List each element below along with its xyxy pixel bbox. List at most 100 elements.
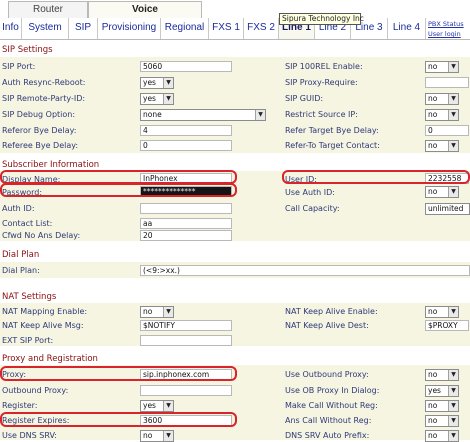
tab-info[interactable]: Info xyxy=(0,18,22,39)
dns-srv-auto-prefix-value: no xyxy=(428,431,438,440)
use-outbound-proxy-select[interactable]: no ▼ xyxy=(425,369,459,381)
section-band-sip xyxy=(0,57,470,153)
sip-remote-party-id-label: SIP Remote-Party-ID: xyxy=(2,94,86,103)
refer-target-bye-delay-label: Refer Target Bye Delay: xyxy=(285,126,379,135)
highlight-password xyxy=(0,183,237,197)
chevron-down-icon: ▼ xyxy=(163,78,173,88)
nat-mapping-enable-select[interactable]: no ▼ xyxy=(140,306,174,318)
top-tab-bar: Router Voice xyxy=(0,0,470,18)
sip-100rel-select[interactable]: no ▼ xyxy=(425,61,459,73)
restrict-source-ip-select[interactable]: no ▼ xyxy=(425,109,459,121)
nat-mapping-enable-label: NAT Mapping Enable: xyxy=(2,307,88,316)
auth-id-label: Auth ID: xyxy=(2,204,35,213)
user-login-link[interactable]: User login xyxy=(428,30,461,38)
cfwd-no-ans-delay-field[interactable]: 20 xyxy=(140,230,232,241)
contact-list-label: Contact List: xyxy=(2,219,53,228)
chevron-down-icon: ▼ xyxy=(448,94,458,104)
referor-bye-delay-field[interactable]: 4 xyxy=(140,125,232,136)
sip-guid-select[interactable]: no ▼ xyxy=(425,93,459,105)
dns-srv-auto-prefix-select[interactable]: no ▼ xyxy=(425,430,459,442)
chevron-down-icon: ▼ xyxy=(163,307,173,317)
cfwd-no-ans-delay-label: Cfwd No Ans Delay: xyxy=(2,231,81,240)
highlight-display-name xyxy=(0,170,237,184)
auth-resync-select[interactable]: yes ▼ xyxy=(140,77,174,89)
outbound-proxy-label: Outbound Proxy: xyxy=(2,386,69,395)
chevron-down-icon: ▼ xyxy=(448,110,458,120)
sip-guid-label: SIP GUID: xyxy=(285,94,324,103)
pbx-status-link[interactable]: PBX Status xyxy=(428,20,464,28)
sip-proxy-require-field[interactable] xyxy=(425,77,469,88)
use-ob-proxy-in-dialog-label: Use OB Proxy In Dialog: xyxy=(285,386,380,395)
referee-bye-delay-label: Referee Bye Delay: xyxy=(2,141,79,150)
chevron-down-icon: ▼ xyxy=(448,386,458,396)
sub-tab-bar: Info System SIP Provisioning Regional FX… xyxy=(0,18,470,40)
sip-port-field[interactable]: 5060 xyxy=(140,61,232,72)
sip-debug-label: SIP Debug Option: xyxy=(2,110,76,119)
chevron-down-icon: ▼ xyxy=(448,187,458,197)
nat-keep-alive-enable-value: no xyxy=(428,307,438,316)
use-dns-srv-label: Use DNS SRV: xyxy=(2,431,57,440)
auth-id-field[interactable] xyxy=(140,203,232,214)
nat-keep-alive-dest-field[interactable]: $PROXY xyxy=(425,320,469,331)
call-capacity-select[interactable]: unlimited xyxy=(425,203,470,215)
auth-resync-label: Auth Resync-Reboot: xyxy=(2,78,86,87)
contact-list-field[interactable]: aa xyxy=(140,218,232,229)
chevron-down-icon: ▼ xyxy=(448,370,458,380)
refer-to-target-contact-value: no xyxy=(428,141,438,150)
tab-sip[interactable]: SIP xyxy=(69,18,98,39)
chevron-down-icon: ▼ xyxy=(448,62,458,72)
tab-fxs2[interactable]: FXS 2 xyxy=(244,18,279,39)
sip-100rel-label: SIP 100REL Enable: xyxy=(285,62,363,71)
nat-keep-alive-enable-select[interactable]: no ▼ xyxy=(425,306,459,318)
sip-debug-value: none xyxy=(143,110,162,119)
register-label: Register: xyxy=(2,401,38,410)
register-select[interactable]: yes ▼ xyxy=(140,400,174,412)
settings-content: SIP Settings SIP Port: 5060 SIP 100REL E… xyxy=(0,40,470,442)
sip-proxy-require-label: SIP Proxy-Require: xyxy=(285,78,358,87)
tooltip: Sipura Technology Inc xyxy=(279,13,364,25)
ext-sip-port-field[interactable] xyxy=(140,335,232,346)
ans-call-without-reg-select[interactable]: no ▼ xyxy=(425,415,459,427)
tab-voice[interactable]: Voice xyxy=(88,1,202,18)
ext-sip-port-label: EXT SIP Port: xyxy=(2,336,54,345)
tab-system[interactable]: System xyxy=(22,18,69,39)
referor-bye-delay-label: Referor Bye Delay: xyxy=(2,126,77,135)
sip-guid-value: no xyxy=(428,94,438,103)
nat-keep-alive-dest-label: NAT Keep Alive Dest: xyxy=(285,321,369,330)
use-auth-id-value: no xyxy=(428,187,438,196)
dial-plan-field[interactable]: (<9:>xx.) xyxy=(140,265,470,276)
chevron-down-icon: ▼ xyxy=(448,307,458,317)
chevron-down-icon: ▼ xyxy=(448,416,458,426)
section-title-dial-plan: Dial Plan xyxy=(2,250,40,260)
dial-plan-label: Dial Plan: xyxy=(2,266,40,275)
use-auth-id-select[interactable]: no ▼ xyxy=(425,186,459,198)
use-outbound-proxy-value: no xyxy=(428,370,438,379)
use-outbound-proxy-label: Use Outbound Proxy: xyxy=(285,370,369,379)
restrict-source-ip-label: Restrict Source IP: xyxy=(285,110,358,119)
outbound-proxy-field[interactable] xyxy=(140,385,232,396)
chevron-down-icon: ▼ xyxy=(255,110,265,120)
refer-to-target-contact-select[interactable]: no ▼ xyxy=(425,140,459,152)
nat-keep-alive-msg-field[interactable]: $NOTIFY xyxy=(140,320,232,331)
ans-call-without-reg-label: Ans Call Without Reg: xyxy=(285,416,372,425)
sip-remote-party-id-select[interactable]: yes ▼ xyxy=(140,93,174,105)
chevron-down-icon: ▼ xyxy=(163,94,173,104)
section-title-proxy: Proxy and Registration xyxy=(2,354,98,364)
tab-line4[interactable]: Line 4 xyxy=(388,18,426,39)
tab-router[interactable]: Router xyxy=(8,1,88,18)
make-call-without-reg-value: no xyxy=(428,401,438,410)
refer-target-bye-delay-field[interactable]: 0 xyxy=(425,125,469,136)
make-call-without-reg-select[interactable]: no ▼ xyxy=(425,400,459,412)
use-dns-srv-value: no xyxy=(143,431,153,440)
sip-debug-select[interactable]: none ▼ xyxy=(140,109,266,121)
highlight-proxy xyxy=(0,366,237,381)
referee-bye-delay-field[interactable]: 0 xyxy=(140,140,232,151)
make-call-without-reg-label: Make Call Without Reg: xyxy=(285,401,378,410)
tab-fxs1[interactable]: FXS 1 xyxy=(209,18,244,39)
use-ob-proxy-in-dialog-select[interactable]: yes ▼ xyxy=(425,385,459,397)
use-dns-srv-select[interactable]: no ▼ xyxy=(140,430,174,442)
tab-provisioning[interactable]: Provisioning xyxy=(98,18,161,39)
call-capacity-value: unlimited xyxy=(428,204,464,213)
tab-regional[interactable]: Regional xyxy=(161,18,209,39)
auth-resync-value: yes xyxy=(143,78,156,87)
